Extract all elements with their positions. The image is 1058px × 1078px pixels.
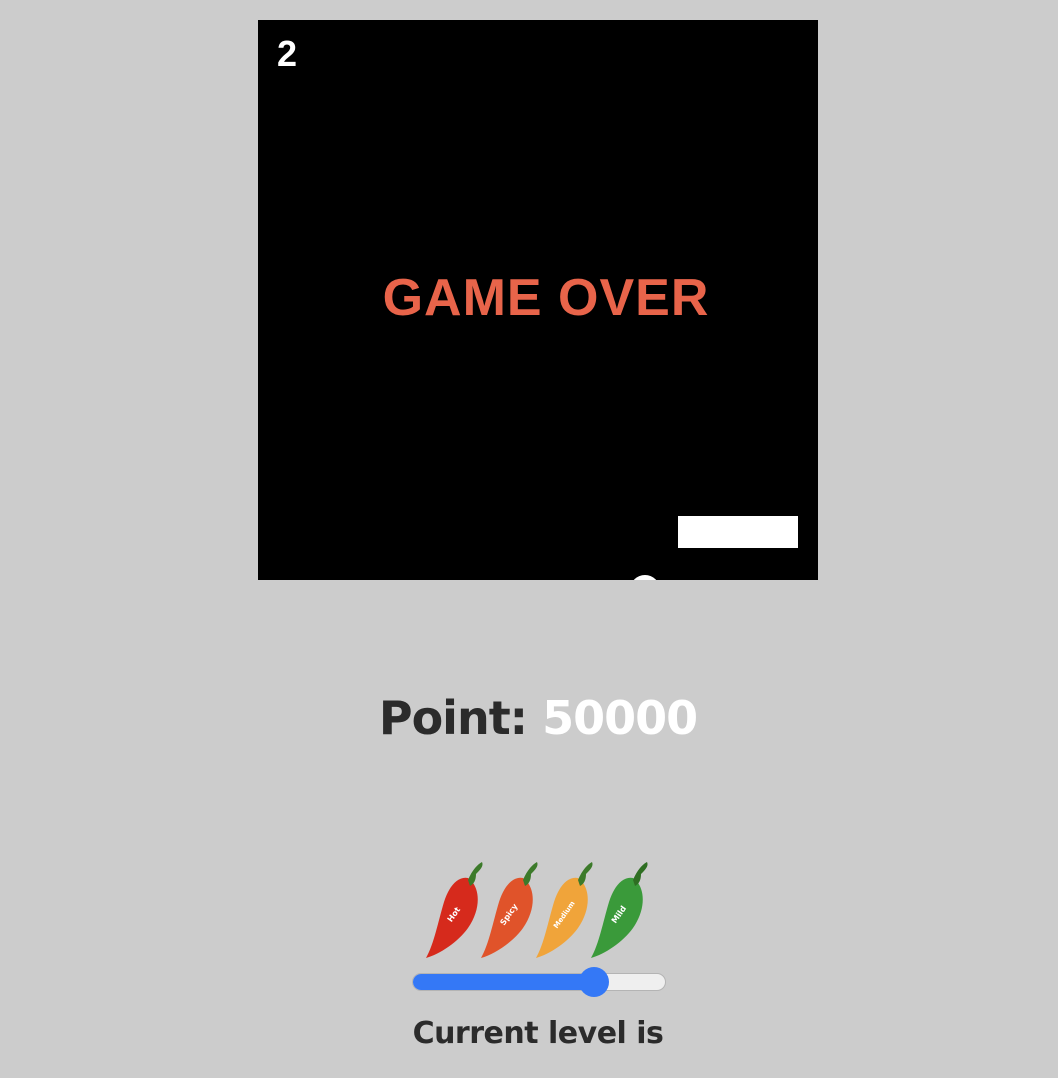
page: 2 GAME OVER Point: 50000 Hot Spicy Mediu… [0,0,1058,1078]
pepper-icon-medium: Medium [536,862,593,958]
pepper-level-icons: Hot Spicy Medium Mild [426,862,648,958]
pepper-stem [523,862,538,886]
pepper-stem [633,862,648,886]
game-canvas[interactable]: 2 GAME OVER [258,20,818,580]
pepper-stem [578,862,593,886]
pepper-icon-mild: Mild [591,862,648,958]
score-display: Point: 50000 [0,688,1058,748]
level-slider[interactable] [412,967,666,997]
level-slider-fill [413,974,595,990]
game-over-text: GAME OVER [382,269,710,327]
pepper-stem [468,862,483,886]
level-slider-thumb[interactable] [579,967,610,997]
pepper-icon-spicy: Spicy [481,862,538,958]
current-level-label: Current level is [412,1016,664,1051]
lives-counter: 2 [277,33,298,74]
score-value: 50000 [542,691,698,745]
ball [630,575,660,580]
pepper-icon-hot: Hot [426,862,483,958]
paddle [678,516,798,548]
score-label: Point: [378,691,528,745]
